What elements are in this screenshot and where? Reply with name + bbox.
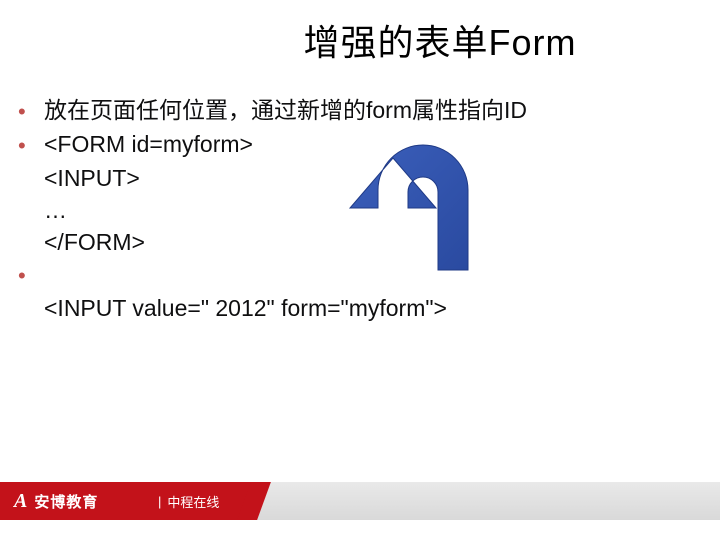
slide-title: 增强的表单Form [0,14,720,66]
footer-grey-bg [254,482,720,520]
code-line: <INPUT> [18,162,702,194]
bullet-text: <FORM id=myform> [44,128,702,161]
footer-logo: A 安博教育 [14,482,98,520]
footer-sub-text: 中程在线 [167,492,219,511]
footer-divider-icon: | [158,494,161,509]
bullet-item-2: • <FORM id=myform> [18,128,702,162]
bullet-dot-icon: • [18,94,44,128]
footer-bar: A 安博教育 | 中程在线 [0,482,720,520]
code-line: … [18,194,702,226]
bullet-text: 放在页面任何位置，通过新增的form属性指向ID [44,94,702,127]
bullet-dot-icon: • [18,128,44,162]
footer-sub: | 中程在线 [158,482,219,520]
code-line: </FORM> [18,226,702,258]
bullet-text [44,258,702,291]
slide-body: • 放在页面任何位置，通过新增的form属性指向ID • <FORM id=my… [18,94,702,324]
bullet-dot-icon: • [18,258,44,292]
bullet-item-3: • [18,258,702,292]
bullet-item-1: • 放在页面任何位置，通过新增的form属性指向ID [18,94,702,128]
footer-logo-mark: A [14,490,28,513]
slide: 增强的表单Form • 放在页面任何位置，通过新增的form属性指向ID • <… [0,0,720,540]
footer-brand-text: 安博教育 [34,491,98,512]
code-line: <INPUT value=" 2012" form="myform"> [18,292,702,324]
